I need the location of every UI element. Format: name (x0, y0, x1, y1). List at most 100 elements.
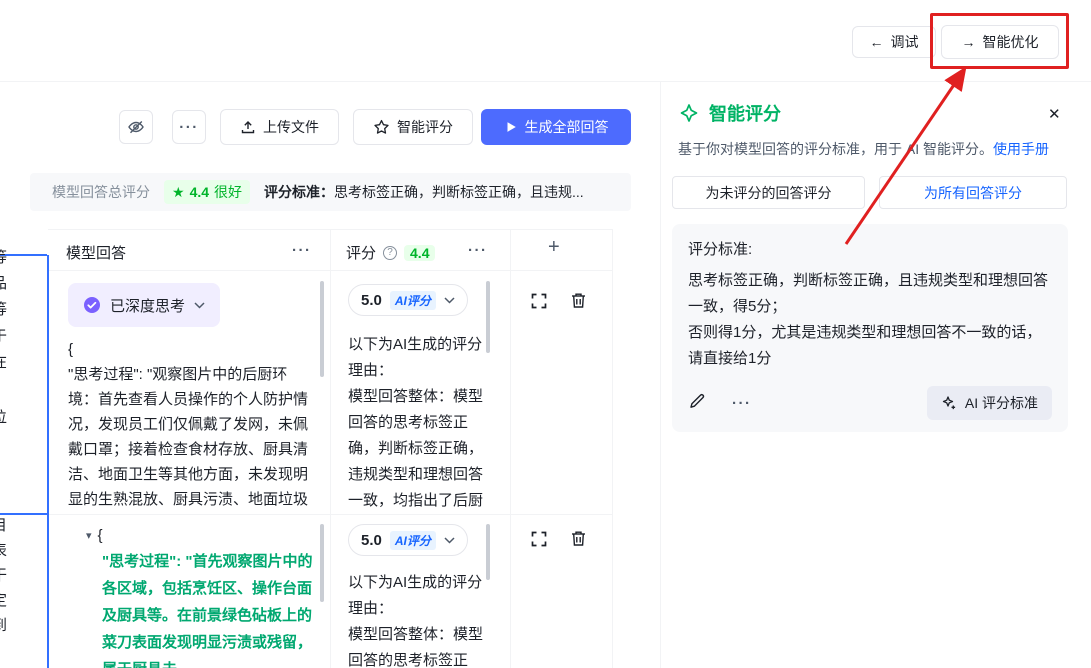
table-col-border-1 (330, 229, 331, 668)
scrollbar-thumb[interactable] (320, 524, 324, 602)
clipped-text-fragment: 在 (0, 351, 7, 372)
criteria-label: 评分标准: (688, 238, 1052, 259)
star-icon: ★ (172, 184, 185, 201)
clipped-text-fragment: 品 (0, 272, 7, 293)
scrollbar-thumb[interactable] (486, 281, 490, 353)
criteria-line-1: 思考标签正确，判断标签正确，且违规类型和理想回答一致，得5分； (688, 268, 1052, 320)
score-column-avg-badge: 4.4 (404, 245, 435, 261)
clipped-text-fragment: 等 (0, 246, 7, 267)
generate-all-button[interactable]: 生成全部回答 (481, 109, 631, 145)
pencil-icon (688, 392, 706, 410)
table-col-border-2 (510, 229, 511, 668)
more-icon: ··· (179, 119, 199, 136)
total-score-badge: ★ 4.4 很好 (164, 180, 250, 204)
collapse-toggle-icon[interactable]: ▾ (86, 529, 92, 542)
criteria-line-2: 否则得1分，尤其是违规类型和理想回答不一致的话，请直接给1分 (688, 320, 1052, 372)
ai-score-tag: AI评分 (390, 531, 436, 550)
generate-all-label: 生成全部回答 (525, 117, 609, 137)
play-icon (504, 120, 518, 134)
help-icon[interactable]: ? (383, 246, 397, 260)
score-unscored-label: 为未评分的回答评分 (706, 183, 832, 203)
json-collapse-row[interactable]: ▾ { (86, 527, 103, 544)
clipped-text-fragment: 位 (0, 406, 7, 427)
criteria-card-footer: ··· AI 评分标准 (688, 386, 1052, 420)
clipped-text-fragment: 于 (0, 325, 7, 346)
upload-file-label: 上传文件 (263, 117, 319, 137)
smart-optimize-button[interactable]: → 智能优化 (941, 25, 1059, 59)
chevron-down-icon (444, 537, 455, 544)
top-divider (0, 81, 1091, 82)
upload-icon (240, 119, 256, 135)
expand-icon (530, 292, 548, 310)
score-dropdown[interactable]: 5.0 AI评分 (348, 524, 468, 556)
hide-column-button[interactable] (119, 110, 153, 144)
ai-criteria-button[interactable]: AI 评分标准 (927, 386, 1052, 420)
score-dropdown[interactable]: 5.0 AI评分 (348, 284, 468, 316)
panel-divider (660, 82, 661, 668)
table-col-border-3 (612, 229, 613, 668)
ai-score-tag: AI评分 (390, 291, 436, 310)
total-score-value: 4.4 (190, 184, 209, 200)
clipped-text-fragment: 表 (0, 539, 7, 560)
criteria-card: 评分标准: 思考标签正确，判断标签正确，且违规类型和理想回答一致，得5分； 否则… (672, 224, 1068, 432)
criteria-more-button[interactable]: ··· (732, 395, 752, 412)
clipped-text-fragment: 等 (0, 298, 7, 319)
selected-cell-bottom-border (0, 513, 47, 515)
panel-subtitle-text: 基于你对模型回答的评分标准，用于 AI 智能评分。 (678, 141, 993, 157)
clipped-text-fragment: 到 (0, 614, 7, 635)
panel-title: 智能评分 (709, 100, 781, 126)
column-header-model-answer: 模型回答 (66, 242, 126, 263)
model-answer-text[interactable]: { "思考过程": "观察图片中的后厨环境：首先查看人员操作的个人防护情况，发现… (68, 337, 314, 512)
trash-icon (569, 529, 588, 548)
summary-bar: 模型回答总评分 ★ 4.4 很好 评分标准：思考标签正确，判断标签正确，且违规.… (30, 173, 631, 211)
summary-criteria-label: 评分标准： (264, 184, 334, 200)
arrow-left-icon: ← (870, 34, 884, 50)
score-unscored-button[interactable]: 为未评分的回答评分 (672, 176, 865, 209)
clipped-text-fragment: 目 (0, 514, 7, 535)
summary-label: 模型回答总评分 (52, 182, 150, 202)
summary-criteria: 评分标准：思考标签正确，判断标签正确，且违规... (264, 182, 584, 202)
debug-button[interactable]: ← 调试 (852, 26, 936, 58)
score-reason-text[interactable]: 以下为AI生成的评分理由： 模型回答整体：模型回答的思考标签正确，判断标签正确，… (348, 332, 490, 514)
expand-row-button[interactable] (530, 530, 548, 553)
column-more-button[interactable]: ··· (292, 242, 312, 259)
summary-criteria-text: 思考标签正确，判断标签正确，且违规... (334, 184, 584, 200)
check-circle-icon (83, 296, 101, 314)
column-more-button[interactable]: ··· (468, 242, 488, 259)
toolbar-more-button[interactable]: ··· (172, 110, 206, 144)
arrow-right-icon: → (962, 34, 976, 50)
expand-icon (530, 530, 548, 548)
delete-row-button[interactable] (569, 529, 588, 553)
add-column-button[interactable]: + (548, 236, 560, 259)
scrollbar-thumb[interactable] (486, 524, 490, 580)
score-value: 5.0 (361, 532, 382, 549)
close-panel-button[interactable]: ✕ (1048, 105, 1061, 123)
manual-link[interactable]: 使用手册 (993, 141, 1049, 157)
selected-cell-top-border (0, 254, 47, 256)
score-reason-text[interactable]: 以下为AI生成的评分理由： 模型回答整体：模型回答的思考标签正 (348, 570, 490, 668)
score-all-label: 为所有回答评分 (924, 183, 1022, 203)
smart-optimize-label: 智能优化 (983, 32, 1039, 52)
edit-criteria-button[interactable] (688, 392, 706, 415)
score-column-label: 评分 (346, 242, 376, 263)
upload-file-button[interactable]: 上传文件 (220, 109, 339, 145)
score-all-button[interactable]: 为所有回答评分 (879, 176, 1067, 209)
model-answer-text-streaming[interactable]: "思考过程": "首先观察图片中的各区域，包括烹饪区、操作台面及厨具等。在前景绿… (102, 548, 320, 668)
smart-score-button[interactable]: 智能评分 (353, 109, 473, 145)
panel-header: 智能评分 (678, 100, 781, 126)
deep-think-toggle[interactable]: 已深度思考 (68, 283, 220, 327)
chevron-down-icon (444, 297, 455, 304)
smart-score-label: 智能评分 (397, 117, 453, 137)
frozen-pane-indicator (47, 255, 49, 668)
eye-off-icon (127, 118, 145, 136)
scrollbar-thumb[interactable] (320, 281, 324, 377)
panel-subtitle: 基于你对模型回答的评分标准，用于 AI 智能评分。使用手册 (678, 139, 1049, 159)
expand-row-button[interactable] (530, 292, 548, 315)
clipped-text-fragment: 定 (0, 589, 7, 610)
deep-think-label: 已深度思考 (110, 295, 185, 316)
clipped-text-fragment: 干 (0, 564, 7, 585)
delete-row-button[interactable] (569, 291, 588, 315)
ai-criteria-label: AI 评分标准 (965, 393, 1038, 413)
magic-sparkle-icon (941, 395, 957, 411)
score-value: 5.0 (361, 292, 382, 309)
